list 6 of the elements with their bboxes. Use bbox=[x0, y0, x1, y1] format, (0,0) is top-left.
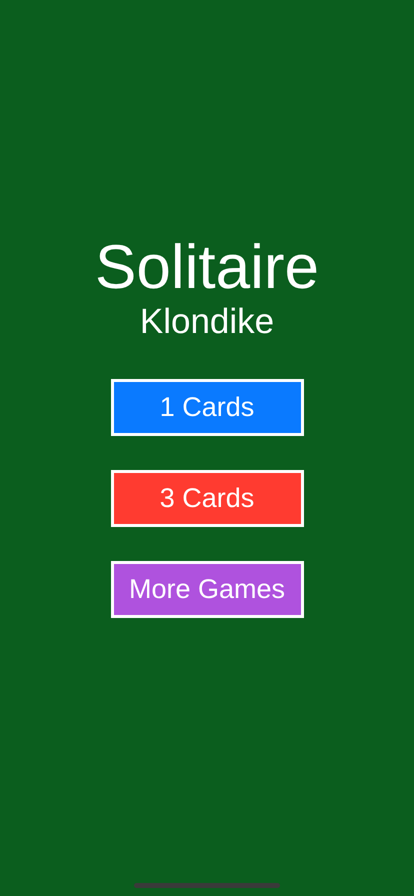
menu-button[interactable]: 1 Cards bbox=[110, 379, 304, 436]
menu-button[interactable]: 3 Cards bbox=[110, 470, 304, 527]
app-title: Solitaire bbox=[95, 233, 319, 303]
home-indicator[interactable] bbox=[134, 883, 280, 888]
app-subtitle: Klondike bbox=[140, 303, 274, 341]
menu-button[interactable]: More Games bbox=[110, 561, 304, 618]
